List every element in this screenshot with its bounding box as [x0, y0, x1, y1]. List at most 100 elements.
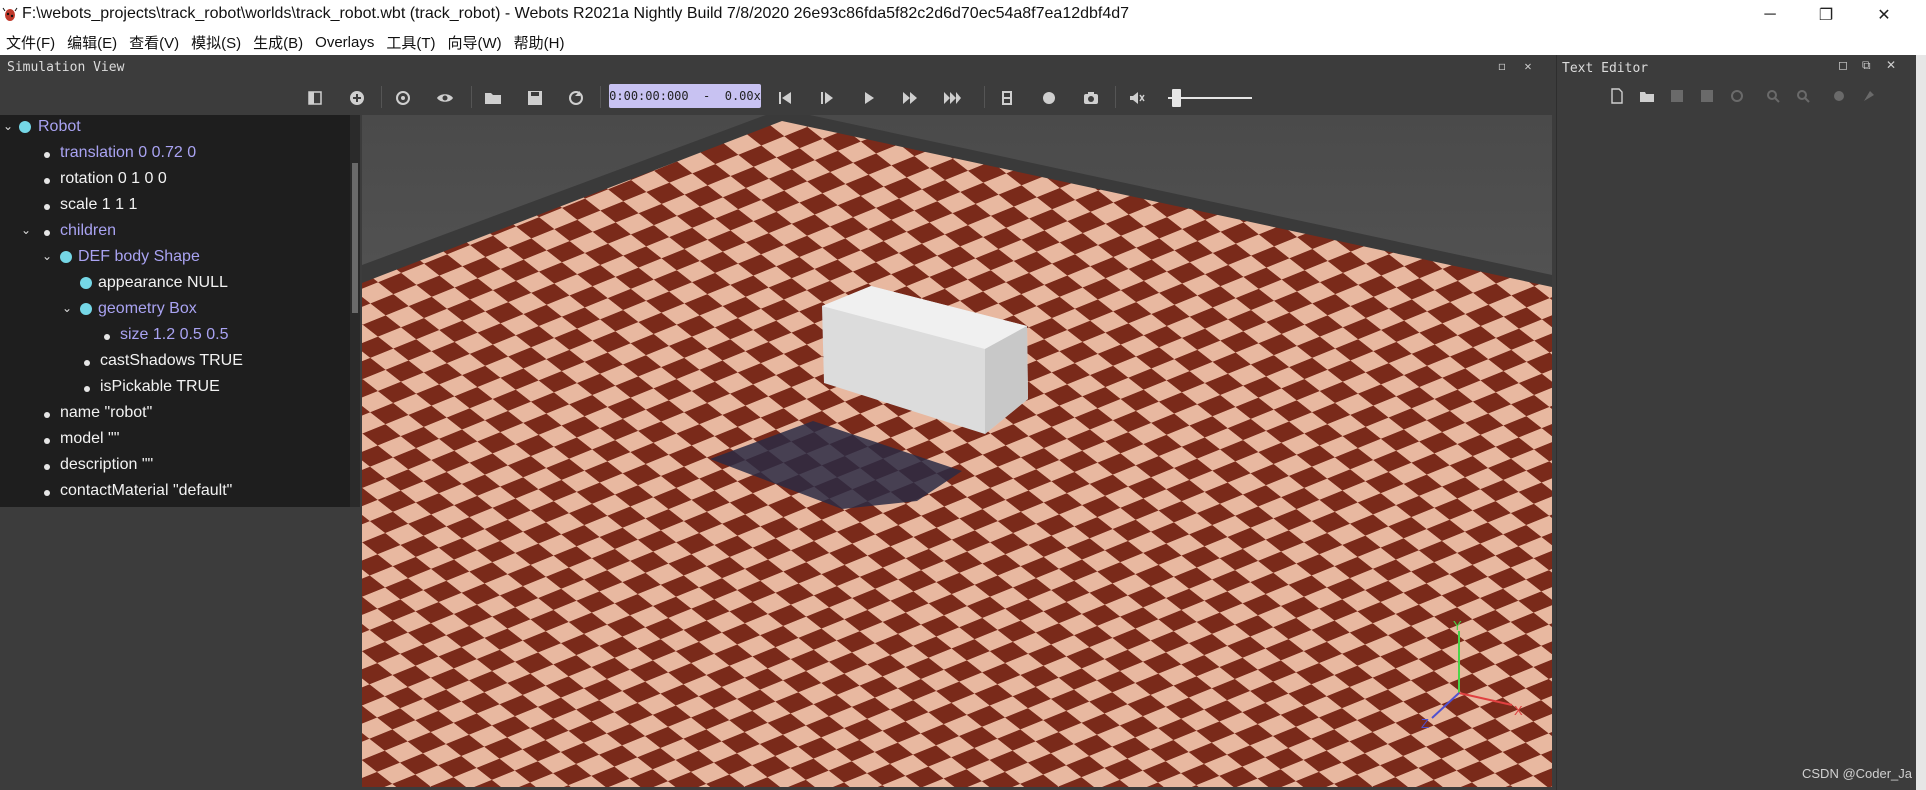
menu-overlays[interactable]: Overlays [309, 34, 380, 51]
tree-field-rotation[interactable]: rotation 0 1 0 0 [0, 168, 350, 192]
camera-icon [1084, 92, 1098, 104]
tree-field-name[interactable]: name "robot" [0, 402, 350, 426]
step-button[interactable] [816, 87, 838, 109]
tree-label: scale 1 1 1 [60, 196, 138, 213]
open-file-icon[interactable] [1638, 87, 1656, 105]
record-animation-button[interactable] [1038, 87, 1060, 109]
restore-button[interactable]: ❐ [1798, 0, 1854, 30]
save-as-icon[interactable] [1698, 87, 1716, 105]
menu-wizards[interactable]: 向导(W) [442, 32, 508, 53]
float-editor-icon[interactable]: ◻ [1838, 58, 1848, 72]
open-world-button[interactable] [482, 87, 504, 109]
toolbar-separator [471, 86, 472, 108]
simulation-view-title: Simulation View [7, 60, 125, 75]
reset-view-button[interactable] [392, 87, 414, 109]
node-icon [80, 277, 92, 289]
menu-edit[interactable]: 编辑(E) [61, 32, 123, 53]
tree-node-robot[interactable]: ⌄ Robot [0, 116, 350, 140]
save-file-icon[interactable] [1668, 87, 1686, 105]
hide-scene-tree-button[interactable] [304, 87, 326, 109]
tree-scrollbar-thumb[interactable] [352, 163, 358, 313]
tree-label: model "" [60, 430, 120, 447]
menu-build[interactable]: 生成(B) [247, 32, 309, 53]
tree-label: geometry Box [98, 300, 197, 317]
field-bullet-icon [44, 152, 50, 158]
y-axis-label: Y [1453, 618, 1462, 633]
build-icon[interactable] [1830, 87, 1848, 105]
tree-label: isPickable TRUE [100, 378, 220, 395]
tree-field-translation[interactable]: translation 0 0.72 0 [0, 142, 350, 166]
tree-label: contactMaterial "default" [60, 482, 233, 499]
fast-forward-button[interactable] [899, 87, 921, 109]
tree-field-is-pickable[interactable]: isPickable TRUE [0, 376, 350, 400]
tree-label: DEF body Shape [78, 248, 200, 265]
tree-label: appearance NULL [98, 274, 228, 291]
chevron-down-icon[interactable]: ⌄ [42, 249, 54, 263]
view-options-button[interactable] [434, 87, 456, 109]
undock-editor-icon[interactable]: ⧉ [1862, 58, 1871, 73]
panel-divider [1556, 55, 1557, 790]
close-button[interactable]: ✕ [1856, 0, 1912, 30]
3d-viewport[interactable]: Y X Z [362, 115, 1552, 787]
record-movie-button[interactable] [996, 87, 1018, 109]
mute-button[interactable] [1126, 87, 1148, 109]
find-icon[interactable] [1764, 87, 1782, 105]
float-panel-icon[interactable]: ◻ [1494, 58, 1510, 74]
z-axis-label: Z [1421, 716, 1429, 731]
menu-simulation[interactable]: 模拟(S) [185, 32, 247, 53]
field-bullet-icon [44, 178, 50, 184]
menu-bar: 文件(F) 编辑(E) 查看(V) 模拟(S) 生成(B) Overlays 工… [0, 30, 1926, 55]
menu-tools[interactable]: 工具(T) [380, 32, 441, 53]
new-file-icon[interactable] [1608, 87, 1626, 105]
play-button[interactable] [858, 87, 880, 109]
reset-viewpoint-icon [396, 91, 410, 105]
node-icon [19, 121, 31, 133]
revert-icon[interactable] [1728, 87, 1746, 105]
volume-knob[interactable] [1172, 89, 1181, 107]
minimize-button[interactable]: ─ [1742, 0, 1798, 30]
tree-field-scale[interactable]: scale 1 1 1 [0, 194, 350, 218]
tree-label: children [60, 222, 117, 239]
close-editor-icon[interactable]: ✕ [1886, 58, 1896, 72]
reset-simulation-button[interactable] [774, 87, 796, 109]
window-edge [1916, 55, 1926, 790]
3d-scene[interactable]: Y X Z [362, 115, 1552, 787]
scene-tree[interactable]: ⌄ Robot translation 0 0.72 0 rotation 0 … [0, 115, 356, 507]
tree-node-geometry[interactable]: ⌄ geometry Box [0, 298, 350, 322]
clean-icon[interactable] [1860, 87, 1878, 105]
chevron-down-icon[interactable]: ⌄ [21, 223, 33, 237]
volume-slider[interactable] [1168, 87, 1252, 109]
mute-icon [1130, 92, 1145, 104]
tree-field-size[interactable]: size 1.2 0.5 0.5 [0, 324, 350, 348]
tree-label: castShadows TRUE [100, 352, 243, 369]
chevron-down-icon[interactable]: ⌄ [62, 301, 74, 315]
film-icon [1002, 91, 1012, 105]
reload-world-button[interactable] [565, 87, 587, 109]
window-title: F:\webots_projects\track_robot\worlds\tr… [22, 5, 1130, 22]
simulation-view-header: Simulation View ◻ ✕ [0, 55, 1556, 79]
title-bar: F:\webots_projects\track_robot\worlds\tr… [0, 0, 1926, 30]
tree-node-appearance[interactable]: appearance NULL [0, 272, 350, 296]
close-panel-icon[interactable]: ✕ [1520, 58, 1536, 74]
folder-icon [485, 93, 501, 104]
tree-node-body-shape[interactable]: ⌄ DEF body Shape [0, 246, 350, 270]
scene-tree-toggle-icon [308, 91, 322, 105]
run-fastest-button[interactable] [941, 87, 963, 109]
tree-field-children[interactable]: ⌄ children [0, 220, 350, 244]
tree-label: name "robot" [60, 404, 153, 421]
menu-file[interactable]: 文件(F) [0, 32, 61, 53]
tree-field-contact-material[interactable]: contactMaterial "default" [0, 480, 350, 504]
replace-icon[interactable] [1794, 87, 1812, 105]
reload-icon [569, 91, 583, 105]
tree-label: rotation 0 1 0 0 [60, 170, 167, 187]
screenshot-button[interactable] [1080, 87, 1102, 109]
save-world-button[interactable] [524, 87, 546, 109]
field-bullet-icon [44, 204, 50, 210]
tree-field-model[interactable]: model "" [0, 428, 350, 452]
menu-help[interactable]: 帮助(H) [508, 32, 571, 53]
chevron-down-icon[interactable]: ⌄ [3, 119, 15, 133]
tree-field-cast-shadows[interactable]: castShadows TRUE [0, 350, 350, 374]
add-node-button[interactable] [346, 87, 368, 109]
tree-field-description[interactable]: description "" [0, 454, 350, 478]
menu-view[interactable]: 查看(V) [123, 32, 185, 53]
